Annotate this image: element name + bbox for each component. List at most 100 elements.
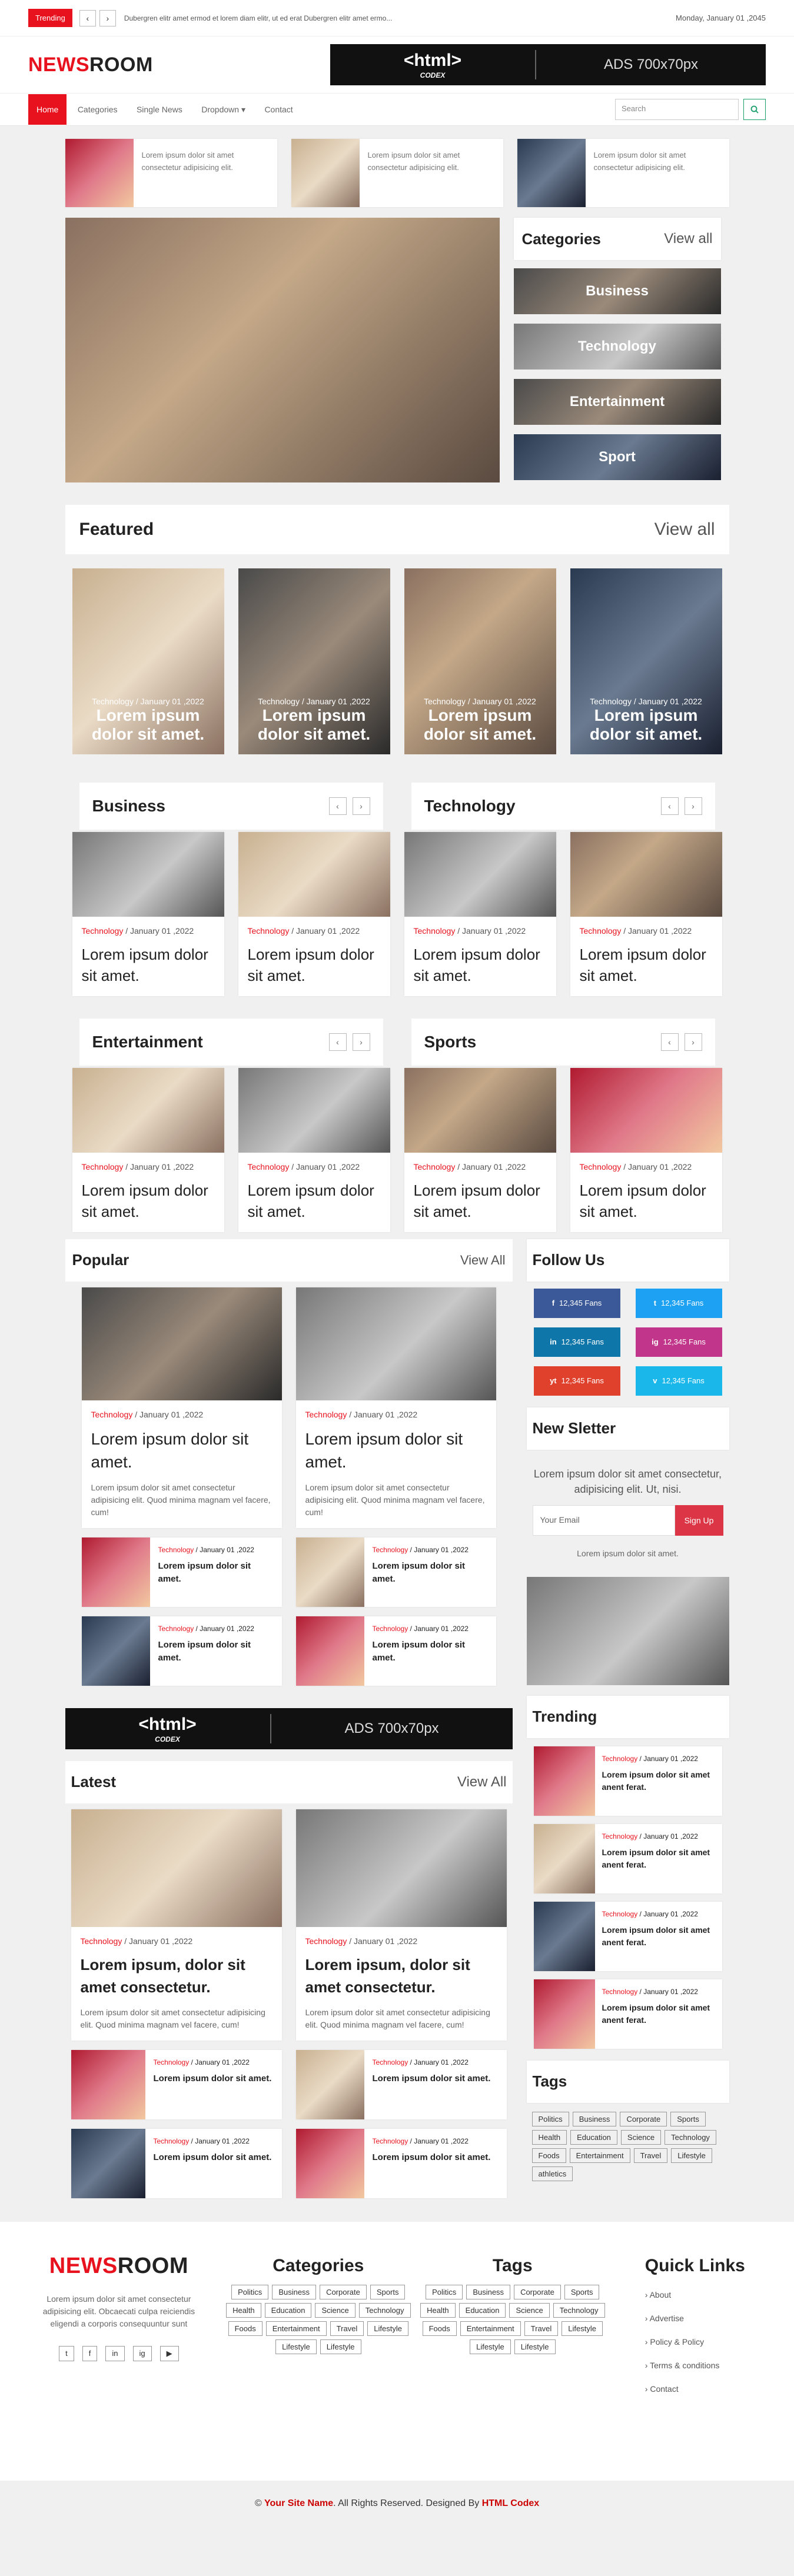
top-card-1[interactable]: Lorem ipsum dolor sit amet consectetur a… bbox=[65, 139, 277, 207]
prev-icon[interactable]: ‹ bbox=[660, 1033, 679, 1051]
footer-tag[interactable]: Lifestyle bbox=[562, 2321, 603, 2337]
prev-icon[interactable]: ‹ bbox=[660, 797, 679, 815]
nav-categories[interactable]: Categories bbox=[69, 94, 126, 125]
footer-category[interactable]: Health bbox=[226, 2303, 261, 2318]
category-entertainment[interactable]: Entertainment bbox=[513, 379, 721, 425]
news-ticker[interactable]: Dubergren elitr amet ermod et lorem diam… bbox=[124, 14, 676, 22]
business-item-2[interactable]: Technology / January 01 ,2022 Lorem ipsum… bbox=[238, 832, 390, 996]
technology-item-2[interactable]: Technology / January 01 ,2022 Lorem ipsum… bbox=[570, 832, 722, 996]
latest-small-3[interactable]: Technology / January 01 ,2022 Lorem ipsum… bbox=[71, 2129, 282, 2199]
latest-small-2[interactable]: Technology / January 01 ,2022 Lorem ipsum… bbox=[295, 2050, 507, 2120]
prev-icon[interactable]: ‹ bbox=[328, 797, 347, 815]
quick-link-advertise[interactable]: › Advertise bbox=[645, 2307, 766, 2330]
linkedin-fans[interactable]: in 12,345 Fans bbox=[533, 1327, 620, 1357]
tag-item[interactable]: Science bbox=[620, 2129, 662, 2145]
popular-small-2[interactable]: Technology / January 01 ,2022 Lorem ipsum… bbox=[295, 1537, 496, 1607]
featured-view-all[interactable]: View all bbox=[655, 520, 715, 540]
technology-item-1[interactable]: Technology / January 01 ,2022 Lorem ipsum… bbox=[404, 832, 556, 996]
tag-item[interactable]: Entertainment bbox=[569, 2148, 630, 2163]
entertainment-item-1[interactable]: Technology / January 01 ,2022 Lorem ipsum… bbox=[72, 1067, 224, 1232]
footer-tag[interactable]: Business bbox=[466, 2285, 511, 2300]
top-card-3[interactable]: Lorem ipsum dolor sit amet consectetur a… bbox=[517, 139, 729, 207]
nav-contact[interactable]: Contact bbox=[256, 94, 301, 125]
next-icon[interactable]: › bbox=[684, 797, 702, 815]
footer-tag[interactable]: Technology bbox=[553, 2303, 605, 2318]
latest-big-2[interactable]: Technology / January 01 ,2022 Lorem ipsum… bbox=[295, 1809, 507, 2041]
instagram-icon[interactable]: ig bbox=[132, 2346, 152, 2362]
nav-dropdown[interactable]: Dropdown ▾ bbox=[193, 94, 254, 125]
youtube-fans[interactable]: yt 12,345 Fans bbox=[533, 1366, 620, 1396]
tag-item[interactable]: Education bbox=[570, 2129, 617, 2145]
popular-small-4[interactable]: Technology / January 01 ,2022 Lorem ipsum… bbox=[295, 1616, 496, 1686]
business-item-1[interactable]: Technology / January 01 ,2022 Lorem ipsum… bbox=[72, 832, 224, 996]
top-card-2[interactable]: Lorem ipsum dolor sit amet consectetur a… bbox=[291, 139, 503, 207]
category-technology[interactable]: Technology bbox=[513, 324, 721, 370]
facebook-icon[interactable]: f bbox=[82, 2346, 98, 2362]
trending-item-4[interactable]: Technology / January 01 ,2022 Lorem ipsum… bbox=[533, 1979, 722, 2049]
trending-item-2[interactable]: Technology / January 01 ,2022 Lorem ipsum… bbox=[533, 1823, 722, 1893]
footer-tag[interactable]: Sports bbox=[564, 2285, 600, 2300]
entertainment-item-2[interactable]: Technology / January 01 ,2022 Lorem ipsum… bbox=[238, 1067, 390, 1232]
footer-tag[interactable]: Science bbox=[509, 2303, 550, 2318]
featured-item-2[interactable]: Technology / January 01 ,2022 Lorem ipsum… bbox=[238, 568, 390, 754]
latest-view-all[interactable]: View All bbox=[457, 1774, 507, 1790]
quick-link-terms[interactable]: › Terms & conditions bbox=[645, 2354, 766, 2377]
footer-category[interactable]: Technology bbox=[358, 2303, 411, 2318]
footer-tag[interactable]: Corporate bbox=[514, 2285, 561, 2300]
footer-tag[interactable]: Entertainment bbox=[460, 2321, 521, 2337]
hero-image[interactable] bbox=[65, 218, 500, 482]
footer-category[interactable]: Lifestyle bbox=[275, 2339, 317, 2355]
designer-link[interactable]: HTML Codex bbox=[482, 2498, 539, 2508]
footer-category[interactable]: Science bbox=[315, 2303, 356, 2318]
popular-view-all[interactable]: View All bbox=[460, 1253, 506, 1268]
sports-item-2[interactable]: Technology / January 01 ,2022 Lorem ipsum… bbox=[570, 1067, 722, 1232]
popular-small-1[interactable]: Technology / January 01 ,2022 Lorem ipsum… bbox=[81, 1537, 282, 1607]
footer-category[interactable]: Corporate bbox=[320, 2285, 367, 2300]
footer-category[interactable]: Entertainment bbox=[265, 2321, 327, 2337]
latest-small-1[interactable]: Technology / January 01 ,2022 Lorem ipsum… bbox=[71, 2050, 282, 2120]
sports-item-1[interactable]: Technology / January 01 ,2022 Lorem ipsum… bbox=[404, 1067, 556, 1232]
footer-category[interactable]: Business bbox=[272, 2285, 317, 2300]
tag-item[interactable]: Health bbox=[531, 2129, 567, 2145]
tag-item[interactable]: athletics bbox=[531, 2166, 573, 2181]
tag-item[interactable]: Foods bbox=[531, 2148, 566, 2163]
site-name-link[interactable]: Your Site Name bbox=[264, 2498, 333, 2508]
footer-category[interactable]: Lifestyle bbox=[320, 2339, 361, 2355]
sidebar-image[interactable] bbox=[526, 1576, 729, 1685]
latest-big-1[interactable]: Technology / January 01 ,2022 Lorem ipsum… bbox=[71, 1809, 282, 2041]
footer-category[interactable]: Education bbox=[264, 2303, 312, 2318]
tag-item[interactable]: Lifestyle bbox=[671, 2148, 712, 2163]
quick-link-about[interactable]: › About bbox=[645, 2283, 766, 2307]
nav-single-news[interactable]: Single News bbox=[128, 94, 191, 125]
footer-category[interactable]: Politics bbox=[231, 2285, 269, 2300]
tag-item[interactable]: Corporate bbox=[620, 2111, 667, 2126]
facebook-fans[interactable]: f 12,345 Fans bbox=[533, 1288, 620, 1318]
footer-logo[interactable]: NEWSROOM bbox=[28, 2254, 210, 2279]
footer-category[interactable]: Travel bbox=[330, 2321, 364, 2337]
ticker-prev-button[interactable]: ‹ bbox=[79, 9, 96, 26]
search-button[interactable] bbox=[743, 99, 766, 120]
footer-tag[interactable]: Foods bbox=[422, 2321, 457, 2337]
latest-small-4[interactable]: Technology / January 01 ,2022 Lorem ipsum… bbox=[295, 2129, 507, 2199]
popular-big-1[interactable]: Technology / January 01 ,2022 Lorem ipsum… bbox=[81, 1287, 282, 1528]
twitter-icon[interactable]: t bbox=[59, 2346, 74, 2362]
header-ad-banner[interactable]: <html> CODEX ADS 700x70px bbox=[330, 44, 766, 85]
footer-tag[interactable]: Health bbox=[420, 2303, 456, 2318]
footer-tag[interactable]: Education bbox=[459, 2303, 506, 2318]
featured-item-4[interactable]: Technology / January 01 ,2022 Lorem ipsum… bbox=[570, 568, 722, 754]
quick-link-contact[interactable]: › Contact bbox=[645, 2377, 766, 2401]
categories-view-all[interactable]: View all bbox=[664, 231, 712, 247]
linkedin-icon[interactable]: in bbox=[105, 2346, 125, 2362]
footer-tag[interactable]: Lifestyle bbox=[514, 2339, 556, 2355]
footer-tag[interactable]: Travel bbox=[524, 2321, 559, 2337]
prev-icon[interactable]: ‹ bbox=[328, 1033, 347, 1051]
popular-small-3[interactable]: Technology / January 01 ,2022 Lorem ipsum… bbox=[81, 1616, 282, 1686]
instagram-fans[interactable]: ig 12,345 Fans bbox=[635, 1327, 722, 1357]
footer-category[interactable]: Sports bbox=[370, 2285, 406, 2300]
inline-ad-banner[interactable]: <html> CODEX ADS 700x70px bbox=[65, 1708, 513, 1749]
trending-item-1[interactable]: Technology / January 01 ,2022 Lorem ipsum… bbox=[533, 1746, 722, 1816]
tag-item[interactable]: Technology bbox=[665, 2129, 716, 2145]
footer-tag[interactable]: Politics bbox=[426, 2285, 463, 2300]
ticker-next-button[interactable]: › bbox=[99, 9, 116, 26]
tag-item[interactable]: Politics bbox=[531, 2111, 569, 2126]
